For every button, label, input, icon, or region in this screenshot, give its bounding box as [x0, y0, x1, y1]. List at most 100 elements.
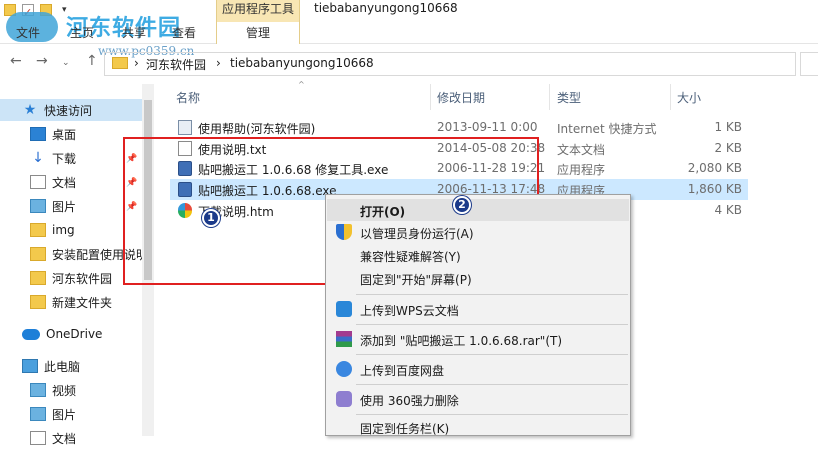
menu-item-label: 上传到WPS云文档 — [360, 304, 459, 318]
back-icon[interactable]: ← — [10, 53, 22, 69]
sidebar-item-label: 图片 — [52, 199, 77, 214]
file-size: 4 KB — [714, 203, 742, 217]
breadcrumb-separator-icon[interactable]: › — [134, 56, 139, 70]
file-size: 1 KB — [714, 120, 742, 134]
sidebar-item-label: 视频 — [52, 383, 77, 398]
file-type: 应用程序 — [557, 163, 606, 177]
tab-manage[interactable]: 管理 — [216, 22, 300, 44]
sidebar-item-new-folder[interactable]: 新建文件夹 — [0, 291, 142, 313]
tab-file[interactable]: 文件 — [16, 24, 40, 41]
documents-icon — [30, 431, 46, 445]
internet-shortcut-icon — [178, 120, 192, 135]
tab-share[interactable]: 共享 — [122, 24, 146, 41]
file-size: 2,080 KB — [687, 161, 742, 175]
tab-view[interactable]: 查看 — [172, 24, 196, 41]
menu-item-label: 固定到任务栏(K) — [360, 422, 450, 436]
column-divider[interactable] — [549, 84, 550, 110]
cloud-icon — [22, 328, 40, 340]
breadcrumb-item[interactable]: tiebabanyungong10668 — [230, 56, 374, 70]
menu-item-360-delete[interactable]: 使用 360强力删除 — [327, 388, 629, 410]
sidebar-item-label: OneDrive — [46, 327, 103, 341]
sidebar-item-documents-pc[interactable]: 文档 — [0, 427, 142, 449]
pictures-icon — [30, 407, 46, 421]
menu-item-add-to-rar[interactable]: 添加到 "贴吧搬运工 1.0.6.68.rar"(T) — [327, 328, 629, 350]
sort-ascending-icon: ^ — [298, 80, 305, 89]
wps-cloud-icon — [336, 301, 352, 317]
menu-item-label: 使用 360强力删除 — [360, 394, 459, 408]
download-icon: ↓ — [32, 150, 44, 166]
breadcrumb-item[interactable]: 河东软件园 — [146, 56, 206, 73]
folder-icon — [30, 223, 46, 237]
menu-separator — [356, 414, 628, 415]
sidebar-item-downloads[interactable]: ↓ 下载 — [0, 147, 142, 169]
search-input[interactable] — [800, 52, 818, 76]
sidebar-item-label: 新建文件夹 — [52, 295, 113, 310]
menu-item-label: 打开(O) — [360, 205, 406, 219]
column-divider[interactable] — [670, 84, 671, 110]
menu-separator — [356, 294, 628, 295]
sidebar-item-this-pc[interactable]: 此电脑 — [0, 355, 142, 377]
column-header-name[interactable]: 名称 — [176, 89, 200, 106]
window-title: tiebabanyungong10668 — [314, 1, 458, 15]
context-menu: 打开(O) 以管理员身份运行(A) 兼容性疑难解答(Y) 固定到"开始"屏幕(P… — [325, 194, 631, 436]
sidebar-item-onedrive[interactable]: OneDrive — [0, 323, 142, 345]
documents-icon — [30, 175, 46, 189]
menu-item-run-as-admin[interactable]: 以管理员身份运行(A) — [327, 221, 629, 243]
folder-icon — [112, 57, 128, 69]
menu-item-label: 固定到"开始"屏幕(P) — [360, 273, 472, 287]
menu-item-upload-wps[interactable]: 上传到WPS云文档 — [327, 298, 629, 320]
menu-item-label: 上传到百度网盘 — [360, 364, 445, 378]
sidebar-item-label: 文档 — [52, 431, 77, 446]
tab-home[interactable]: 主页 — [70, 24, 94, 41]
address-input[interactable] — [104, 52, 796, 76]
step-badge-2: 2 — [453, 196, 471, 214]
step-badge-1: 1 — [202, 209, 220, 227]
sidebar-item-hedong[interactable]: 河东软件园 — [0, 267, 142, 289]
menu-item-label: 添加到 "贴吧搬运工 1.0.6.68.rar"(T) — [360, 334, 563, 348]
sidebar-item-documents[interactable]: 文档 — [0, 171, 142, 193]
desktop-icon — [30, 127, 46, 141]
file-size: 2 KB — [714, 141, 742, 155]
winrar-icon — [336, 331, 352, 347]
menu-item-open[interactable]: 打开(O) — [327, 199, 629, 221]
pc-icon — [22, 359, 38, 373]
sidebar-item-label: 桌面 — [52, 127, 77, 142]
360-icon — [336, 391, 352, 407]
file-row[interactable]: 使用帮助(河东软件园) 2013-09-11 0:00 Internet 快捷方… — [170, 117, 748, 138]
file-type: 文本文档 — [557, 143, 606, 157]
sidebar-item-install-guide[interactable]: 安装配置使用说明 — [0, 243, 142, 265]
menu-separator — [356, 384, 628, 385]
column-header-type[interactable]: 类型 — [557, 89, 581, 106]
column-header-date[interactable]: 修改日期 — [437, 89, 485, 106]
recent-dropdown-icon[interactable]: ⌄ — [62, 58, 70, 68]
menu-separator — [356, 324, 628, 325]
folder-icon — [30, 247, 46, 261]
file-date: 2013-09-11 0:00 — [437, 120, 538, 134]
sidebar-item-pictures-pc[interactable]: 图片 — [0, 403, 142, 425]
sidebar-item-label: 快速访问 — [44, 103, 93, 118]
sidebar-item-label: 下载 — [52, 151, 77, 166]
sidebar-item-quick-access[interactable]: ★ 快速访问 — [0, 99, 142, 121]
folder-icon — [30, 295, 46, 309]
breadcrumb-separator-icon[interactable]: › — [216, 56, 221, 70]
menu-item-pin-to-start[interactable]: 固定到"开始"屏幕(P) — [327, 267, 629, 289]
sidebar-item-pictures[interactable]: 图片 — [0, 195, 142, 217]
sidebar-item-videos[interactable]: 视频 — [0, 379, 142, 401]
sidebar-item-label: 图片 — [52, 407, 77, 422]
sidebar-item-label: 此电脑 — [44, 359, 81, 374]
file-type: Internet 快捷方式 — [557, 122, 657, 136]
file-name: 使用帮助(河东软件园) — [198, 122, 316, 136]
menu-item-label: 兼容性疑难解答(Y) — [360, 250, 461, 264]
menu-item-upload-baidu[interactable]: 上传到百度网盘 — [327, 358, 629, 380]
column-header-size[interactable]: 大小 — [677, 89, 701, 106]
shield-icon — [336, 224, 352, 240]
menu-item-compatibility[interactable]: 兼容性疑难解答(Y) — [327, 244, 629, 266]
up-icon[interactable]: ↑ — [86, 53, 98, 69]
sidebar-item-desktop[interactable]: 桌面 — [0, 123, 142, 145]
column-divider[interactable] — [430, 84, 431, 110]
forward-icon[interactable]: → — [36, 53, 48, 69]
menu-item-label: 以管理员身份运行(A) — [360, 227, 474, 241]
menu-item-pin-to-taskbar[interactable]: 固定到任务栏(K) — [327, 416, 629, 438]
sidebar-item-img[interactable]: img — [0, 219, 142, 241]
sidebar-item-label: 河东软件园 — [52, 271, 113, 286]
